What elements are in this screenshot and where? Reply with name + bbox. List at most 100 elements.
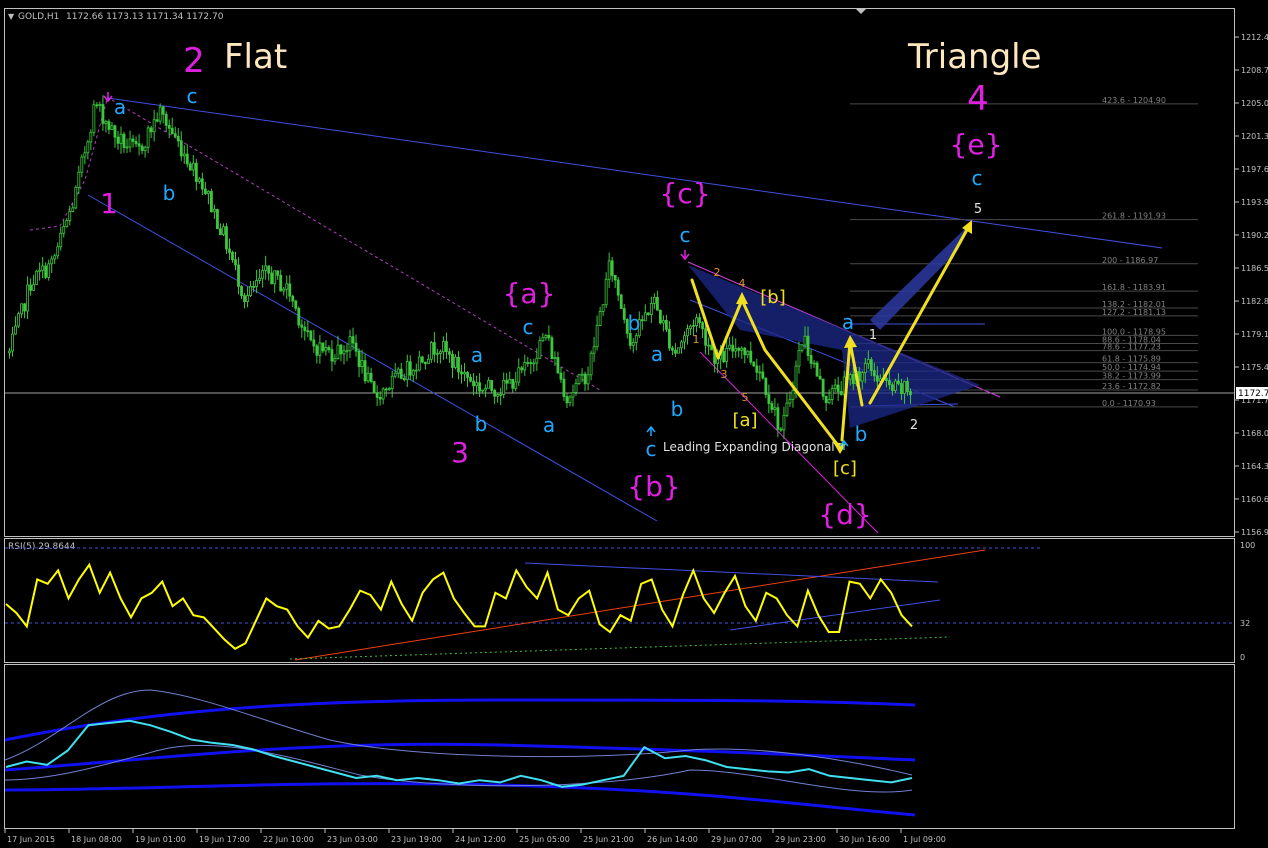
candle-body	[414, 369, 418, 372]
candle-body	[258, 277, 262, 281]
candle-body	[592, 346, 596, 354]
candle-body	[107, 121, 111, 130]
candle-body	[435, 353, 439, 355]
candle-body	[665, 320, 668, 330]
candle-body	[44, 265, 48, 278]
candle-body	[631, 342, 635, 346]
candle-body	[131, 138, 135, 142]
candle-body	[315, 345, 319, 356]
rsi-tick-label: 100	[1240, 541, 1255, 550]
candle-body	[689, 325, 692, 330]
candle-body	[137, 143, 141, 147]
price-tick-label: 1201.3	[1241, 132, 1268, 141]
candle-body	[643, 312, 647, 322]
candle-body	[818, 375, 822, 380]
candle-body	[110, 125, 114, 130]
wave-label: 2	[183, 41, 205, 81]
fib-level-label: 0.0 - 1170.93	[1102, 399, 1156, 408]
candle-body	[71, 207, 75, 212]
candle-body	[457, 356, 460, 373]
candle-body	[363, 360, 367, 382]
candle-body	[279, 274, 283, 292]
chart-canvas: ▼ GOLD,H1 1172.66 1173.13 1171.34 1172.7…	[4, 8, 1268, 844]
candle-body	[225, 226, 228, 250]
wave-label: {e}	[950, 128, 1003, 161]
candle-body	[475, 382, 478, 387]
candle-body	[906, 381, 909, 392]
candle-body	[155, 119, 159, 122]
candle-body	[460, 371, 463, 375]
candle-body	[182, 153, 186, 157]
candle-body	[339, 344, 343, 355]
candle-body	[252, 286, 255, 288]
price-tick-label: 1186.5	[1241, 264, 1268, 273]
candle-body	[634, 335, 638, 343]
candle-body	[872, 370, 876, 377]
candle-body	[454, 356, 457, 368]
candle-body	[146, 127, 150, 148]
candle-body	[529, 362, 533, 365]
candle-body	[68, 210, 72, 221]
candle-body	[526, 362, 530, 364]
triangle-title: Triangle	[907, 37, 1042, 77]
candle-body	[309, 330, 313, 341]
symbol-menu-arrow[interactable]: ▼	[8, 12, 15, 21]
candle-body	[680, 341, 683, 349]
candle-body	[701, 322, 704, 330]
wave-label: 4	[739, 277, 746, 290]
candle-body	[318, 342, 322, 356]
time-tick-label: 29 Jun 23:00	[775, 835, 826, 844]
candle-body	[77, 171, 81, 188]
wave-label: c	[680, 223, 691, 247]
up-arrow-icon	[646, 425, 656, 436]
wave-label: a	[651, 342, 663, 366]
candle-body	[306, 330, 310, 333]
down-arrow-icon	[103, 92, 113, 103]
pivot-arrows	[103, 92, 849, 450]
fib-level-label: 127.2 - 1181.13	[1102, 308, 1166, 317]
candle-body	[255, 280, 259, 287]
candle-body	[752, 361, 756, 367]
candle-body	[851, 374, 855, 385]
candle-body	[50, 258, 54, 265]
rsi-panel	[5, 547, 1234, 661]
candle-body	[125, 146, 129, 149]
candle-body	[384, 388, 388, 391]
candle-body	[29, 284, 33, 291]
candle-body	[652, 296, 656, 304]
rsi-axis: 100 32 0	[1240, 541, 1255, 662]
candle-body	[671, 347, 674, 351]
candle-body	[562, 378, 566, 397]
candle-body	[396, 368, 400, 374]
candle-body	[622, 308, 626, 320]
candle-body	[312, 339, 316, 347]
candle-body	[113, 125, 117, 138]
candle-body	[80, 156, 84, 173]
candle-body	[583, 373, 587, 385]
candle-body	[191, 162, 195, 171]
candle-body	[532, 362, 536, 365]
candle-body	[222, 226, 225, 236]
candle-body	[463, 372, 466, 375]
candle-body	[764, 377, 768, 395]
candle-body	[728, 344, 732, 349]
candle-body	[375, 392, 379, 398]
envelope-upper	[4, 689, 913, 776]
candle-body	[894, 380, 897, 391]
chart-shift-marker[interactable]	[856, 9, 866, 14]
candle-body	[559, 372, 563, 380]
fib-level-label: 38.2 - 1173.99	[1102, 372, 1161, 381]
candle-body	[821, 378, 825, 397]
time-axis: 17 Jun 2015 18 Jun 08:00 19 Jun 01:00 19 Ju…	[4, 828, 946, 844]
candle-body	[761, 371, 765, 379]
rsi-panel-frame	[4, 538, 1235, 663]
wave-label: {c}	[659, 177, 710, 210]
candle-body	[249, 286, 252, 297]
candle-body	[333, 357, 337, 362]
candle-body	[897, 380, 900, 384]
candle-body	[164, 113, 168, 126]
candle-body	[773, 407, 777, 410]
candle-body	[170, 127, 174, 135]
rsi-support-dotted	[289, 636, 951, 660]
candle-body	[26, 284, 29, 312]
